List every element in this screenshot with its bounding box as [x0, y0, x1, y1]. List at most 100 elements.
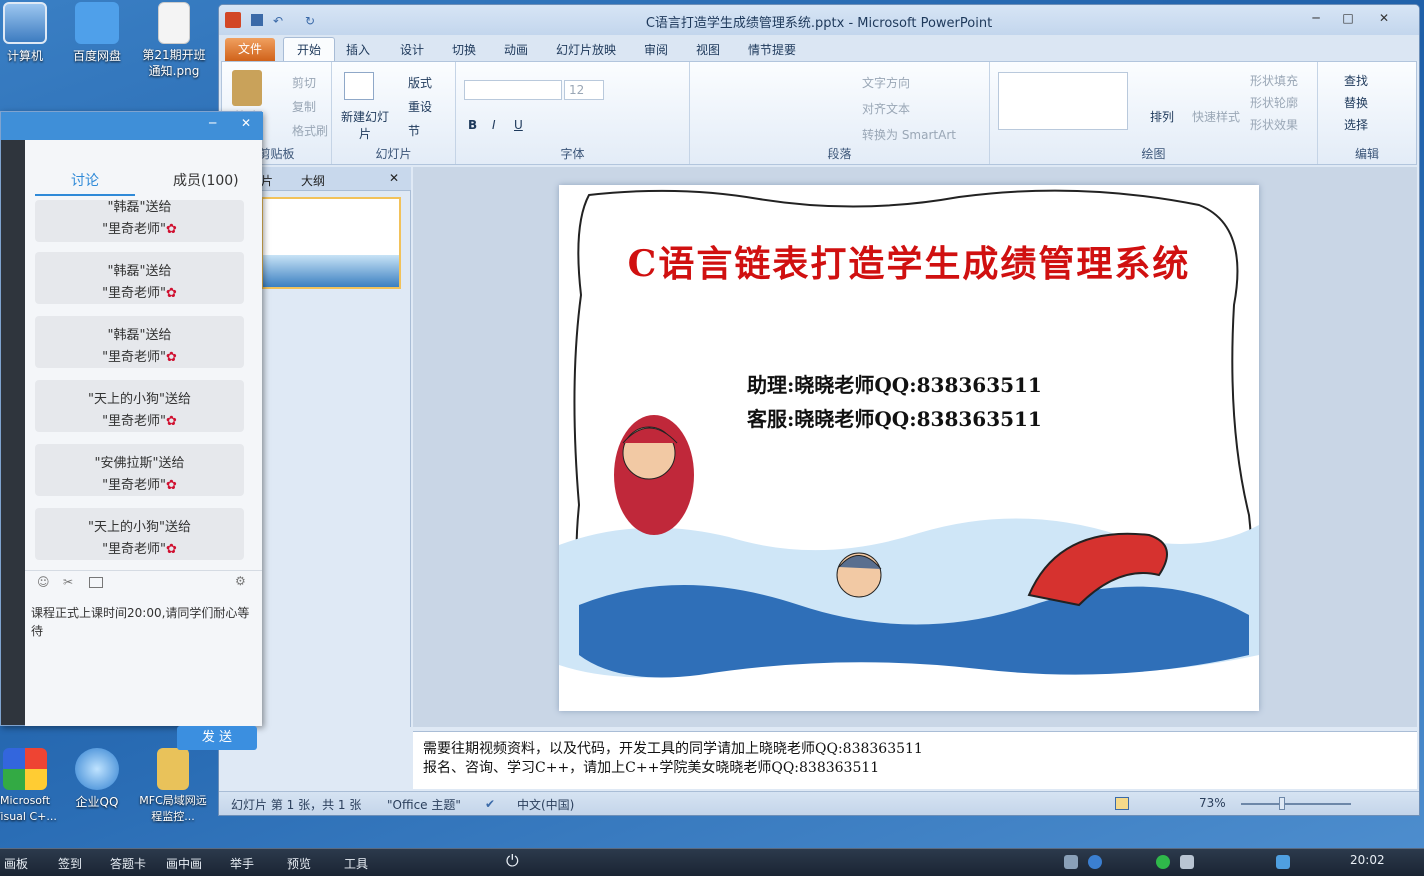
section-button[interactable]: 节 — [408, 122, 420, 139]
shape-outline-button[interactable]: 形状轮廓 — [1250, 94, 1298, 111]
taskbar-item-signin[interactable]: 签到 — [58, 855, 82, 872]
spellcheck-icon[interactable]: ✔ — [485, 797, 495, 811]
close-pane-button[interactable]: ✕ — [389, 171, 399, 185]
image-icon[interactable] — [89, 577, 103, 588]
new-slide-button[interactable]: 新建幻灯片 — [340, 108, 390, 142]
format-painter-button[interactable]: 格式刷 — [292, 122, 328, 139]
tab-insert[interactable]: 插入 — [346, 41, 370, 58]
group-drawing: 排列 快速样式 形状填充 形状轮廓 形状效果 绘图 — [990, 62, 1318, 164]
shape-effects-button[interactable]: 形状效果 — [1250, 116, 1298, 133]
taskbar-item-tools[interactable]: 工具 — [344, 855, 368, 872]
desktop-icon-label: 计算机 — [6, 49, 43, 63]
desktop-icon-label: 第21期开班通知.png — [142, 48, 206, 78]
shape-fill-button[interactable]: 形状填充 — [1250, 72, 1298, 89]
title-bar: ↶ ↻ C语言打造学生成绩管理系统.pptx - Microsoft Power… — [219, 5, 1419, 35]
tab-storyboard[interactable]: 情节提要 — [748, 41, 796, 58]
desktop-icon-qq[interactable]: 企业QQ — [64, 748, 130, 810]
taskbar-item-pip[interactable]: 画中画 — [166, 855, 202, 872]
chat-minimize-button[interactable]: ─ — [209, 116, 216, 130]
paste-icon[interactable] — [232, 70, 262, 106]
language-indicator[interactable]: 中文(中国) — [517, 796, 574, 813]
new-slide-icon[interactable] — [344, 72, 374, 100]
slide-text-service[interactable]: 客服:晓晓老师QQ:838363511 — [747, 403, 1042, 432]
gift-from: "韩磊"送给 — [107, 200, 172, 215]
desktop-icon-vc[interactable]: Microsoft Visual C+... — [0, 748, 60, 825]
cut-button[interactable]: 剪切 — [292, 74, 316, 91]
align-text-button[interactable]: 对齐文本 — [862, 100, 910, 117]
zoom-level[interactable]: 73% — [1199, 796, 1226, 810]
slide-canvas[interactable]: C语言链表打造学生成绩管理系统 助理:晓晓老师QQ:838363511 客服:晓… — [559, 185, 1259, 711]
window-title: C语言打造学生成绩管理系统.pptx - Microsoft PowerPoin… — [645, 16, 993, 31]
close-button[interactable]: ✕ — [1371, 9, 1397, 27]
underline-button[interactable]: U — [514, 118, 523, 132]
zoom-slider-thumb[interactable] — [1279, 797, 1285, 810]
ribbon-tabs: 插入 设计 切换 动画 幻灯片放映 审阅 视图 情节提要 — [219, 35, 1419, 61]
maximize-button[interactable]: □ — [1335, 9, 1361, 27]
tab-file[interactable]: 文件 — [225, 38, 275, 61]
power-icon[interactable]: ⏻ — [506, 851, 519, 871]
desktop-icon-notice[interactable]: 第21期开班通知.png — [138, 2, 210, 79]
desktop-icon-mfc[interactable]: MFC局域网远程监控... — [136, 748, 210, 825]
rose-icon: ✿ — [166, 542, 177, 557]
chat-message: "安佛拉斯"送给 "里奇老师"✿ — [35, 444, 244, 496]
network-icon[interactable] — [1064, 855, 1078, 869]
text-direction-button[interactable]: 文字方向 — [862, 74, 910, 91]
italic-button[interactable]: I — [492, 118, 496, 132]
quick-styles-button[interactable]: 快速样式 — [1192, 108, 1240, 125]
tab-transitions[interactable]: 切换 — [452, 41, 476, 58]
select-button[interactable]: 选择 — [1344, 116, 1368, 133]
tab-slides[interactable]: 片 — [261, 172, 273, 189]
group-label: 字体 — [560, 147, 585, 161]
rose-icon: ✿ — [166, 286, 177, 301]
copy-button[interactable]: 复制 — [292, 98, 316, 115]
arrange-button[interactable]: 排列 — [1150, 108, 1174, 125]
slide-text-assistant[interactable]: 助理:晓晓老师QQ:838363511 — [747, 369, 1042, 398]
tab-slideshow[interactable]: 幻灯片放映 — [556, 41, 616, 58]
tab-outline[interactable]: 大纲 — [301, 172, 325, 189]
help-icon[interactable] — [1088, 855, 1102, 869]
tab-home[interactable]: 开始 — [283, 37, 335, 62]
zoom-slider[interactable] — [1241, 803, 1351, 805]
slide-thumbnail[interactable] — [261, 197, 401, 289]
font-name-box[interactable] — [464, 80, 562, 100]
bold-button[interactable]: B — [468, 118, 477, 132]
send-label: 发 送 — [201, 730, 233, 745]
notes-line: 报名、咨询、学习C++，请加上C++学院美女晓晓老师QQ:838363511 — [423, 760, 880, 776]
theme-name[interactable]: "Office 主题" — [387, 796, 461, 813]
tab-members[interactable]: 成员(100) — [173, 170, 239, 190]
chat-toolbar: ☺ ✂ ⚙ — [25, 570, 262, 596]
desktop-icon-baidu[interactable]: 百度网盘 — [64, 2, 130, 64]
gift-from: "天上的小狗"送给 — [88, 392, 191, 407]
shield-icon[interactable] — [1276, 855, 1290, 869]
emoji-icon[interactable]: ☺ — [37, 575, 50, 589]
send-button[interactable]: 发 送 — [177, 726, 257, 750]
chat-input[interactable]: 课程正式上课时间20:00,请同学们耐心等待 — [31, 604, 257, 640]
tab-design[interactable]: 设计 — [400, 41, 424, 58]
scissors-icon[interactable]: ✂ — [63, 575, 73, 589]
smartart-button[interactable]: 转换为 SmartArt — [862, 126, 956, 143]
normal-view-icon[interactable] — [1115, 797, 1129, 810]
tray-app-icon[interactable] — [1156, 855, 1170, 869]
taskbar-item-answer-card[interactable]: 答题卡 — [110, 855, 146, 872]
volume-icon[interactable] — [1180, 855, 1194, 869]
slide-title[interactable]: C语言链表打造学生成绩管理系统 — [559, 235, 1259, 287]
notes-pane[interactable]: 需要往期视频资料，以及代码，开发工具的同学请加上晓晓老师QQ:838363511… — [413, 731, 1417, 789]
taskbar-item-raise-hand[interactable]: 举手 — [230, 855, 254, 872]
shapes-gallery[interactable] — [998, 72, 1128, 130]
find-button[interactable]: 查找 — [1344, 72, 1368, 89]
layout-button[interactable]: 版式 — [408, 74, 432, 91]
taskbar-item-board[interactable]: 画板 — [4, 855, 28, 872]
reset-button[interactable]: 重设 — [408, 98, 432, 115]
chat-close-button[interactable]: ✕ — [241, 116, 251, 130]
minimize-button[interactable]: ─ — [1303, 9, 1329, 27]
replace-button[interactable]: 替换 — [1344, 94, 1368, 111]
gift-to: "里奇老师" — [102, 350, 167, 365]
desktop-icon-computer[interactable]: 计算机 — [0, 2, 58, 64]
taskbar-item-preview[interactable]: 预览 — [287, 855, 311, 872]
tab-view[interactable]: 视图 — [696, 41, 720, 58]
settings-gear-icon[interactable]: ⚙ — [235, 574, 246, 588]
tab-review[interactable]: 审阅 — [644, 41, 668, 58]
tab-discuss[interactable]: 讨论 — [71, 170, 99, 190]
font-size-box[interactable]: 12 — [564, 80, 604, 100]
tab-animations[interactable]: 动画 — [504, 41, 528, 58]
